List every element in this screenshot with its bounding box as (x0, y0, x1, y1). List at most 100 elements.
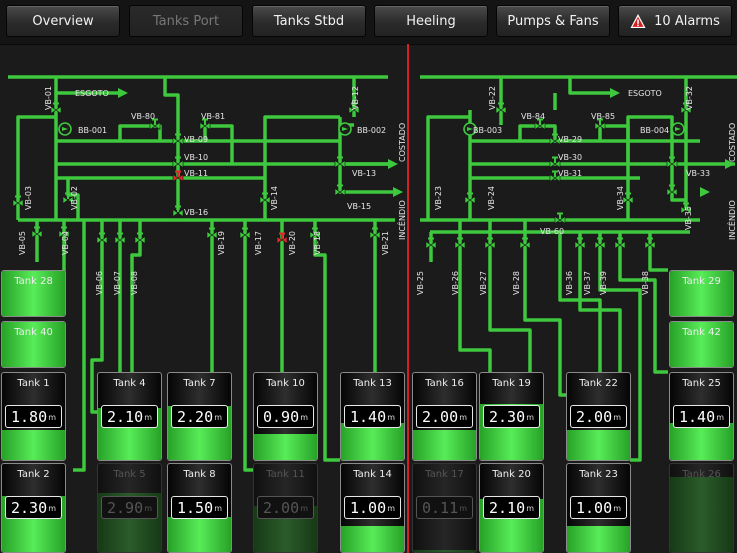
valve-vb13-label: VB-13 (352, 169, 376, 178)
nav-pumps-fans-button[interactable]: Pumps & Fans (496, 5, 610, 37)
tank-level-readout: 0.11 m (416, 496, 473, 519)
tank-19[interactable]: Tank 19 2.30 m (479, 372, 544, 461)
valve-vb08-label: VB-08 (130, 271, 139, 295)
pump-bb002-label: BB-002 (357, 126, 386, 135)
tank-level-readout: 2.20 m (171, 405, 228, 428)
valve-vb03-label: VB-03 (24, 186, 33, 210)
alarms-count-label: 10 Alarms (654, 13, 720, 29)
valve-vb80-label: VB-80 (131, 112, 155, 121)
valve-vb09-label: VB-09 (184, 135, 208, 144)
tank-28[interactable]: Tank 28 (1, 270, 66, 317)
tank-29[interactable]: Tank 29 (669, 270, 734, 317)
tank-name: Tank 22 (579, 378, 618, 389)
pump-bb001-label: BB-001 (78, 126, 107, 135)
tank-10[interactable]: Tank 10 0.90 m (253, 372, 318, 461)
tank-14[interactable]: Tank 14 1.00 m (340, 463, 405, 553)
tank-name: Tank 4 (113, 378, 146, 389)
tank-level-readout: 2.00 m (257, 496, 314, 519)
valve-vb33-label: VB-33 (686, 169, 710, 178)
valve-vb25-label: VB-25 (416, 271, 425, 295)
tank-40[interactable]: Tank 40 (1, 321, 66, 368)
tank-level-readout: 0.90 m (257, 405, 314, 428)
valve-vb11-label: VB-11 (184, 169, 208, 178)
costado-label: COSTADO (398, 123, 407, 162)
tank-level-readout: 1.40 m (673, 405, 730, 428)
valve-vb12-label: VB-12 (351, 86, 360, 110)
tank-level-readout: 2.00 m (570, 405, 627, 428)
valve-vb21-label: VB-21 (381, 231, 390, 255)
tank-23[interactable]: Tank 23 1.00 m (566, 463, 631, 553)
valve-vb24-label: VB-24 (487, 186, 496, 210)
valve-vb10-label: VB-10 (184, 153, 208, 162)
tank-20[interactable]: Tank 20 2.10 m (479, 463, 544, 553)
tank-level-readout: 2.00 m (416, 405, 473, 428)
tank-name: Tank 16 (425, 378, 464, 389)
tank-11[interactable]: Tank 11 2.00 m (253, 463, 318, 553)
tank-17[interactable]: Tank 17 0.11 m (412, 463, 477, 553)
tank-level-readout: 2.90 m (101, 496, 158, 519)
valve-vb36-label: VB-36 (565, 271, 574, 295)
tank-1[interactable]: Tank 1 1.80 m (1, 372, 66, 461)
tank-2[interactable]: Tank 2 2.30 m (1, 463, 66, 553)
valve-vb01-label: VB-01 (44, 86, 53, 110)
tank-level-readout: 2.30 m (5, 496, 62, 519)
valve-vb84-label: VB-84 (521, 112, 545, 121)
valve-vb06-label: VB-06 (95, 271, 104, 295)
valve-vb60-label: VB-60 (540, 227, 564, 236)
valve-vb04-label: VB-04 (61, 231, 70, 255)
tank-16[interactable]: Tank 16 2.00 m (412, 372, 477, 461)
tank-level-readout: 2.10 m (483, 496, 540, 519)
valve-vb22-label: VB-22 (488, 86, 497, 110)
tank-name: Tank 11 (266, 469, 305, 480)
tank-level-readout: 1.80 m (5, 405, 62, 428)
tank-name: Tank 40 (14, 327, 53, 338)
valve-vb35-label: VB-35 (684, 206, 693, 230)
tank-4[interactable]: Tank 4 2.10 m (97, 372, 162, 461)
nav-tanks-port-button[interactable]: Tanks Port (129, 5, 243, 37)
valve-vb32-label: VB-32 (685, 86, 694, 110)
tank-42[interactable]: Tank 42 (669, 321, 734, 368)
valve-vb20-label: VB-20 (288, 231, 297, 255)
valve-vb15-label: VB-15 (347, 202, 371, 211)
tank-name: Tank 7 (183, 378, 216, 389)
tank-name: Tank 25 (682, 378, 721, 389)
valve-vb02-label: VB-02 (70, 186, 79, 210)
tank-name: Tank 29 (682, 276, 721, 287)
tank-name: Tank 1 (17, 378, 50, 389)
pump-bb003-label: BB-003 (473, 126, 502, 135)
tank-name: Tank 5 (113, 469, 146, 480)
valve-vb14-label: VB-14 (270, 186, 279, 210)
tank-name: Tank 19 (492, 378, 531, 389)
tank-5[interactable]: Tank 5 2.90 m (97, 463, 162, 553)
tank-7[interactable]: Tank 7 2.20 m (167, 372, 232, 461)
nav-alarms-button[interactable]: 10 Alarms (618, 5, 732, 37)
tank-26[interactable]: Tank 26 (669, 463, 734, 553)
tank-level-readout: 2.10 m (101, 405, 158, 428)
tank-level-readout: 1.00 m (344, 496, 401, 519)
nav-overview-button[interactable]: Overview (6, 5, 120, 37)
tank-13[interactable]: Tank 13 1.40 m (340, 372, 405, 461)
valve-vb23-label: VB-23 (434, 186, 443, 210)
tank-22[interactable]: Tank 22 2.00 m (566, 372, 631, 461)
tank-name: Tank 28 (14, 276, 53, 287)
nav-heeling-button[interactable]: Heeling (374, 5, 488, 37)
tank-name: Tank 26 (682, 469, 721, 480)
valve-vb38-label: VB-38 (641, 271, 650, 295)
tank-name: Tank 42 (682, 327, 721, 338)
tank-name: Tank 23 (579, 469, 618, 480)
nav-tanks-stbd-button[interactable]: Tanks Stbd (252, 5, 366, 37)
costado-stbd-label: COSTADO (728, 123, 737, 162)
esgoto-stbd-label: ESGOTO (628, 89, 662, 98)
valve-vb27-label: VB-27 (479, 271, 488, 295)
tank-level-readout: 1.40 m (344, 405, 401, 428)
valve-vb28-label: VB-28 (512, 271, 521, 295)
esgoto-label: ESGOTO (75, 89, 109, 98)
tank-8[interactable]: Tank 8 1.50 m (167, 463, 232, 553)
tank-25[interactable]: Tank 25 1.40 m (669, 372, 734, 461)
tank-name: Tank 2 (17, 469, 50, 480)
tank-name: Tank 10 (266, 378, 305, 389)
valve-vb16-label: VB-16 (184, 208, 208, 217)
pump-bb004-label: BB-004 (640, 126, 669, 135)
valve-vb37-label: VB-37 (583, 271, 592, 295)
tank-level-readout: 2.30 m (483, 405, 540, 428)
